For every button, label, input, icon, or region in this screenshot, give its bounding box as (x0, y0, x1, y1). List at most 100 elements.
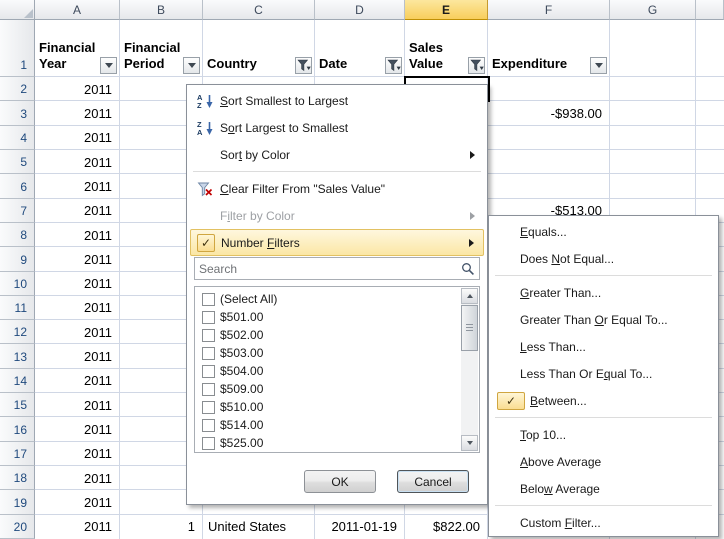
cell-D20[interactable]: 2011-01-19 (315, 515, 404, 539)
checkbox-icon[interactable] (202, 311, 215, 324)
row-header-7[interactable]: 7 (0, 199, 35, 223)
cell-A7[interactable]: 2011 (35, 199, 119, 223)
filter-value-item[interactable]: $514.00 (197, 416, 459, 434)
header-cell-E[interactable]: SalesValue (405, 20, 487, 77)
checkbox-icon[interactable] (202, 365, 215, 378)
cell-B20[interactable]: 1 (120, 515, 202, 539)
filter-value-item[interactable]: $502.00 (197, 326, 459, 344)
select-all-corner[interactable] (0, 0, 35, 20)
header-cell-D[interactable]: Date (315, 20, 404, 77)
cell-A5[interactable]: 2011 (35, 150, 119, 174)
filter-button-C[interactable] (295, 57, 312, 74)
header-cell-F[interactable]: Expenditure (488, 20, 609, 77)
column-header-C[interactable]: C (203, 0, 315, 20)
cell-A8[interactable]: 2011 (35, 223, 119, 247)
scroll-down-button[interactable] (461, 435, 478, 451)
submenu-item-top-10[interactable]: Top 10... (492, 421, 715, 448)
column-header-D[interactable]: D (315, 0, 405, 20)
cancel-button[interactable]: Cancel (397, 470, 469, 493)
search-input[interactable] (195, 262, 457, 276)
cell-A9[interactable]: 2011 (35, 247, 119, 271)
filter-value-item[interactable]: $503.00 (197, 344, 459, 362)
checkbox-icon[interactable] (202, 401, 215, 414)
row-header-14[interactable]: 14 (0, 369, 35, 393)
cell-A18[interactable]: 2011 (35, 466, 119, 490)
submenu-item-below-average[interactable]: Below Average (492, 475, 715, 502)
row-header-2[interactable]: 2 (0, 77, 35, 101)
cell-E20[interactable]: $822.00 (405, 515, 487, 539)
filter-button-A[interactable] (100, 57, 117, 74)
scrollbar[interactable] (461, 288, 478, 451)
submenu-item-between[interactable]: ✓Between... (492, 387, 715, 414)
menu-item-sort-largest-to-smallest[interactable]: ZASort Largest to Smallest (190, 114, 484, 141)
filter-button-F[interactable] (590, 57, 607, 74)
filter-value-item[interactable]: $510.00 (197, 398, 459, 416)
cell-A10[interactable]: 2011 (35, 272, 119, 296)
scroll-up-button[interactable] (461, 288, 478, 304)
menu-item-clear-filter[interactable]: Clear Filter From "Sales Value" (190, 175, 484, 202)
row-header-12[interactable]: 12 (0, 320, 35, 344)
cell-A4[interactable]: 2011 (35, 126, 119, 150)
scroll-thumb[interactable] (461, 305, 478, 351)
cell-A19[interactable]: 2011 (35, 490, 119, 514)
column-header-F[interactable]: F (488, 0, 610, 20)
menu-item-sort-smallest-to-largest[interactable]: AZSort Smallest to Largest (190, 87, 484, 114)
cell-A14[interactable]: 2011 (35, 369, 119, 393)
menu-item-sort-by-color[interactable]: Sort by Color (190, 141, 484, 168)
filter-button-E[interactable] (468, 57, 485, 74)
row-header-9[interactable]: 9 (0, 247, 35, 271)
column-header-E[interactable]: E (405, 0, 488, 20)
submenu-item-greater-than[interactable]: Greater Than... (492, 279, 715, 306)
submenu-item-above-average[interactable]: Above Average (492, 448, 715, 475)
filter-button-D[interactable] (385, 57, 402, 74)
cell-C20[interactable]: United States (203, 515, 314, 539)
ok-button[interactable]: OK (304, 470, 376, 493)
cell-A17[interactable]: 2011 (35, 442, 119, 466)
column-header-A[interactable]: A (35, 0, 120, 20)
submenu-item-less-than-or-equal-to[interactable]: Less Than Or Equal To... (492, 360, 715, 387)
submenu-item-custom-filter[interactable]: Custom Filter... (492, 509, 715, 536)
row-header-1[interactable]: 1 (0, 20, 35, 77)
row-header-5[interactable]: 5 (0, 150, 35, 174)
header-cell-C[interactable]: Country (203, 20, 314, 77)
submenu-item-equals[interactable]: Equals... (492, 218, 715, 245)
row-header-16[interactable]: 16 (0, 417, 35, 441)
cell-A3[interactable]: 2011 (35, 101, 119, 125)
checkbox-icon[interactable] (202, 383, 215, 396)
checkbox-icon[interactable] (202, 293, 215, 306)
menu-item-number-filters[interactable]: ✓Number Filters (190, 229, 484, 256)
cell-A11[interactable]: 2011 (35, 296, 119, 320)
row-header-11[interactable]: 11 (0, 296, 35, 320)
row-header-4[interactable]: 4 (0, 126, 35, 150)
row-header-15[interactable]: 15 (0, 393, 35, 417)
cell-A6[interactable]: 2011 (35, 174, 119, 198)
row-header-3[interactable]: 3 (0, 101, 35, 125)
row-header-10[interactable]: 10 (0, 272, 35, 296)
cell-A12[interactable]: 2011 (35, 320, 119, 344)
submenu-item-less-than[interactable]: Less Than... (492, 333, 715, 360)
row-header-18[interactable]: 18 (0, 466, 35, 490)
column-header-G[interactable]: G (610, 0, 696, 20)
filter-button-B[interactable] (183, 57, 200, 74)
row-header-17[interactable]: 17 (0, 442, 35, 466)
filter-value-item[interactable]: $509.00 (197, 380, 459, 398)
filter-value-item[interactable]: (Select All) (197, 290, 459, 308)
cell-A13[interactable]: 2011 (35, 344, 119, 368)
submenu-item-greater-than-or-equal-to[interactable]: Greater Than Or Equal To... (492, 306, 715, 333)
row-header-19[interactable]: 19 (0, 490, 35, 514)
submenu-item-does-not-equal[interactable]: Does Not Equal... (492, 245, 715, 272)
cell-A16[interactable]: 2011 (35, 417, 119, 441)
checkbox-icon[interactable] (202, 329, 215, 342)
cell-F3[interactable]: -$938.00 (488, 101, 609, 125)
row-header-20[interactable]: 20 (0, 515, 35, 539)
column-header-B[interactable]: B (120, 0, 203, 20)
filter-value-item[interactable]: $504.00 (197, 362, 459, 380)
checkbox-icon[interactable] (202, 347, 215, 360)
filter-value-item[interactable]: $525.00 (197, 434, 459, 452)
header-cell-A[interactable]: FinancialYear (35, 20, 119, 77)
header-cell-B[interactable]: FinancialPeriod (120, 20, 202, 77)
checkbox-icon[interactable] (202, 419, 215, 432)
cell-A15[interactable]: 2011 (35, 393, 119, 417)
checkbox-icon[interactable] (202, 437, 215, 450)
filter-value-item[interactable]: $501.00 (197, 308, 459, 326)
